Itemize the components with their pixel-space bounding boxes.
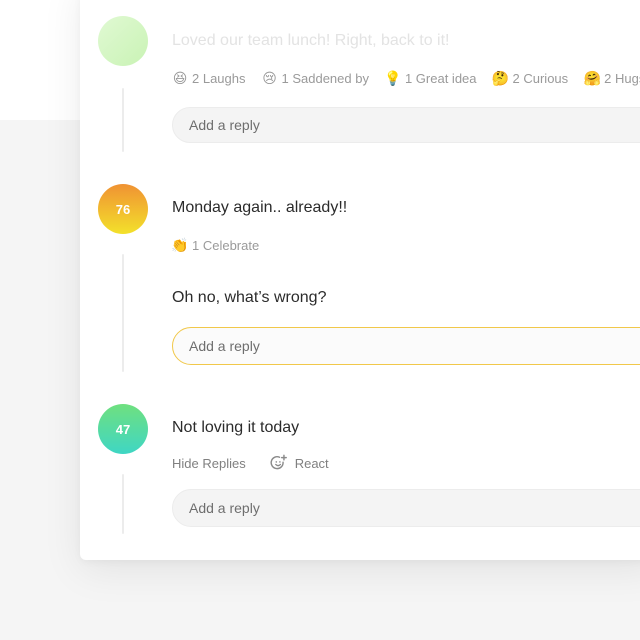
message-thread-2: Monday again.. already!! [172,199,348,216]
reply-text-thread-2: Oh no, what’s wrong? [172,289,327,306]
reaction-curious[interactable]: 🤔 2 Curious [491,70,569,86]
reactions-row-thread-1: 😆 2 Laughs 😢 1 Saddened by 💡 1 Great ide… [172,70,640,86]
thread-line-3 [122,474,124,534]
reaction-hugs[interactable]: 🤗 2 Hugs [583,70,640,86]
reaction-saddened[interactable]: 😢 1 Saddened by [262,70,369,86]
reaction-label: 1 Great idea [404,70,477,86]
thread-line-1 [122,88,124,152]
sad-face-icon: 😢 [262,70,277,86]
reactions-row-thread-2: 👏 1 Celebrate [171,237,275,253]
message-thread-3: Not loving it today [172,419,300,436]
clapping-hands-icon: 👏 [171,237,189,253]
avatar-label: 47 [115,421,131,437]
message-thread-1: Loved our team lunch! Right, back to it! [172,32,450,49]
avatar-thread-2[interactable]: 76 [98,184,148,234]
reply-input-thread-3[interactable] [172,489,640,527]
add-emoji-icon [270,454,287,470]
reaction-label: 2 Curious [512,70,569,86]
reaction-label: 1 Saddened by [281,70,369,86]
thinking-face-icon: 🤔 [491,70,510,86]
avatar-thread-3[interactable]: 47 [98,404,148,454]
reaction-great-idea[interactable]: 💡 1 Great idea [384,70,477,86]
avatar-label: 76 [115,201,131,217]
hugging-face-icon: 🤗 [583,70,601,86]
react-button[interactable]: React [270,454,329,472]
thread-line-2 [122,254,124,372]
actions-row-thread-3: Hide Replies React [172,454,329,472]
comments-card: Loved our team lunch! Right, back to it!… [80,0,640,560]
reply-input-thread-2[interactable] [172,327,640,365]
reaction-celebrate[interactable]: 👏 1 Celebrate [171,237,260,253]
hide-replies-button[interactable]: Hide Replies [172,456,246,471]
reply-input-thread-1[interactable] [172,107,640,143]
reaction-label: 1 Celebrate [192,237,260,253]
avatar-thread-1[interactable] [98,16,148,66]
reaction-label: 2 Laughs [192,70,246,86]
reaction-laughs[interactable]: 😆 2 Laughs [172,70,246,86]
react-label: React [294,455,329,471]
laughing-face-icon: 😆 [172,70,188,86]
reaction-label: 2 Hugs [604,70,640,86]
lightbulb-icon: 💡 [384,70,402,86]
